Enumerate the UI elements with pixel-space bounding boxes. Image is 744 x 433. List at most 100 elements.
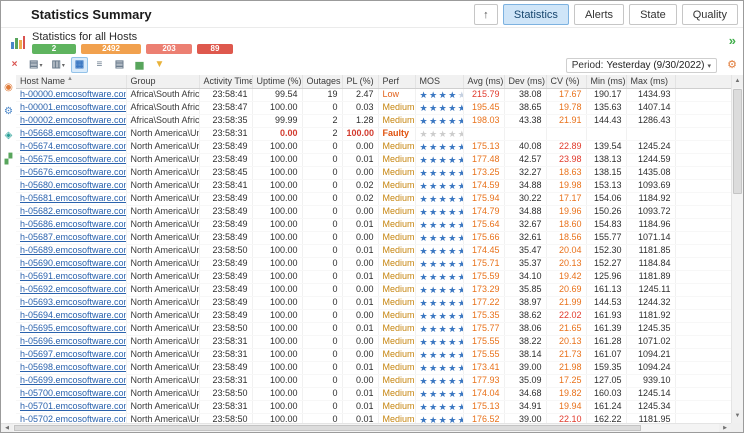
table-row[interactable]: h-05695.emcosoftware.comNorth America\Un…: [16, 322, 731, 336]
group-cell: North America\Unit...: [126, 218, 200, 232]
details-view-button[interactable]: ▤: [111, 57, 128, 73]
scroll-up-arrow-icon[interactable]: ▲: [732, 75, 743, 88]
host-link[interactable]: h-05690.emcosoftware.com: [20, 258, 125, 268]
table-row[interactable]: h-05699.emcosoftware.comNorth America\Un…: [16, 374, 731, 388]
table-row[interactable]: h-05675.emcosoftware.comNorth America\Un…: [16, 153, 731, 167]
table-row[interactable]: h-05674.emcosoftware.comNorth America\Un…: [16, 140, 731, 154]
reports-button[interactable]: ▞: [1, 147, 16, 171]
badge-low-count[interactable]: 203: [146, 44, 192, 54]
table-row[interactable]: h-05692.emcosoftware.comNorth America\Un…: [16, 283, 731, 297]
host-link[interactable]: h-05691.emcosoftware.com: [20, 271, 125, 281]
host-link[interactable]: h-00002.emcosoftware.com: [20, 115, 125, 125]
column-header-dev-ms[interactable]: Dev (ms): [504, 75, 547, 89]
table-row[interactable]: h-05687.emcosoftware.comNorth America\Un…: [16, 231, 731, 245]
column-header-pl[interactable]: PL (%): [342, 75, 379, 89]
scroll-left-arrow-icon[interactable]: ◀: [1, 424, 13, 432]
table-row[interactable]: h-05701.emcosoftware.comNorth America\Un…: [16, 400, 731, 414]
table-row[interactable]: h-05700.emcosoftware.comNorth America\Un…: [16, 387, 731, 401]
table-row[interactable]: h-00000.emcosoftware.com Africa\South Afr…: [16, 88, 731, 102]
host-link[interactable]: h-05694.emcosoftware.com: [20, 310, 125, 320]
host-link[interactable]: h-05668.emcosoftware.com: [20, 128, 125, 138]
table-row[interactable]: h-05696.emcosoftware.comNorth America\Un…: [16, 335, 731, 349]
column-header-min-ms[interactable]: Min (ms): [586, 75, 627, 89]
horizontal-scrollbar[interactable]: ◀ ▶: [1, 423, 731, 432]
host-link[interactable]: h-05676.emcosoftware.com: [20, 167, 125, 177]
table-view-button[interactable]: ▦: [70, 57, 88, 73]
host-link[interactable]: h-05701.emcosoftware.com: [20, 401, 125, 411]
horizontal-scroll-thumb[interactable]: [14, 425, 641, 431]
host-link[interactable]: h-05698.emcosoftware.com: [20, 362, 125, 372]
table-row[interactable]: h-05698.emcosoftware.comNorth America\Un…: [16, 361, 731, 375]
table-row[interactable]: h-05690.emcosoftware.comNorth America\Un…: [16, 257, 731, 271]
column-header-uptime[interactable]: Uptime (%): [252, 75, 303, 89]
table-row[interactable]: h-05689.emcosoftware.comNorth America\Un…: [16, 244, 731, 258]
host-link[interactable]: h-05674.emcosoftware.com: [20, 141, 125, 151]
host-link[interactable]: h-05686.emcosoftware.com: [20, 219, 125, 229]
column-header-activity-time[interactable]: Activity Time: [199, 75, 253, 89]
table-row[interactable]: h-00002.emcosoftware.com Africa\South Afr…: [16, 114, 731, 128]
host-link[interactable]: h-05675.emcosoftware.com: [20, 154, 125, 164]
table-row[interactable]: h-05693.emcosoftware.comNorth America\Un…: [16, 296, 731, 310]
column-header-outages[interactable]: Outages: [302, 75, 343, 89]
host-link[interactable]: h-05696.emcosoftware.com: [20, 336, 125, 346]
table-row[interactable]: h-05702.emcosoftware.comNorth America\Un…: [16, 413, 731, 423]
settings-button[interactable]: ⚙: [727, 58, 737, 71]
vertical-scrollbar[interactable]: ▲ ▼: [731, 75, 743, 423]
table-row[interactable]: h-05682.emcosoftware.comNorth America\Un…: [16, 205, 731, 219]
host-link[interactable]: h-05692.emcosoftware.com: [20, 284, 125, 294]
host-link[interactable]: h-05693.emcosoftware.com: [20, 297, 125, 307]
host-link[interactable]: h-00001.emcosoftware.com: [20, 102, 125, 112]
page-title: Statistics Summary: [31, 7, 152, 22]
tab-state[interactable]: State: [629, 4, 677, 25]
host-link[interactable]: h-05682.emcosoftware.com: [20, 206, 125, 216]
column-header-mos[interactable]: MOS: [415, 75, 464, 89]
host-link[interactable]: h-05680.emcosoftware.com: [20, 180, 125, 190]
column-header-cv[interactable]: CV (%): [546, 75, 587, 89]
column-header-max-ms[interactable]: Max (ms): [626, 75, 676, 89]
chart-view-button[interactable]: ▅: [131, 57, 148, 73]
table-row[interactable]: h-05686.emcosoftware.comNorth America\Un…: [16, 218, 731, 232]
tab-alerts[interactable]: Alerts: [573, 4, 625, 25]
table-row[interactable]: h-00001.emcosoftware.com Africa\South Afr…: [16, 101, 731, 115]
host-link[interactable]: h-05687.emcosoftware.com: [20, 232, 125, 242]
host-link[interactable]: h-05699.emcosoftware.com: [20, 375, 125, 385]
host-link[interactable]: h-00000.emcosoftware.com: [20, 89, 125, 99]
export-button[interactable]: ▤ ▾: [26, 57, 45, 73]
tab-quality[interactable]: Quality: [681, 4, 738, 25]
table-row[interactable]: h-05668.emcosoftware.comNorth America\Un…: [16, 127, 731, 141]
collapse-panel-button[interactable]: ↑: [473, 4, 498, 25]
filter-button[interactable]: ▼: [151, 57, 168, 73]
table-row[interactable]: h-05676.emcosoftware.comNorth America\Un…: [16, 166, 731, 180]
copy-button[interactable]: ▥ ▾: [48, 57, 67, 73]
table-row[interactable]: h-05694.emcosoftware.comNorth America\Un…: [16, 309, 731, 323]
badge-good-count[interactable]: 2: [32, 44, 76, 54]
column-header-avg-ms[interactable]: Avg (ms): [463, 75, 505, 89]
host-link[interactable]: h-05702.emcosoftware.com: [20, 414, 125, 423]
scroll-down-arrow-icon[interactable]: ▼: [732, 410, 743, 423]
table-row[interactable]: h-05680.emcosoftware.comNorth America\Un…: [16, 179, 731, 193]
period-selector[interactable]: Period: Yesterday (9/30/2022) ▾: [565, 58, 717, 73]
badge-critical-count[interactable]: 89: [197, 44, 233, 54]
tab-statistics[interactable]: Statistics: [502, 4, 569, 25]
delete-button[interactable]: ×: [6, 57, 23, 73]
host-link[interactable]: h-05689.emcosoftware.com: [20, 245, 125, 255]
list-view-button[interactable]: ≡: [91, 57, 108, 73]
host-link[interactable]: h-05697.emcosoftware.com: [20, 349, 125, 359]
host-link[interactable]: h-05681.emcosoftware.com: [20, 193, 125, 203]
table-row[interactable]: h-05697.emcosoftware.comNorth America\Un…: [16, 348, 731, 362]
hosts-button[interactable]: ◉: [1, 75, 16, 99]
host-link[interactable]: h-05700.emcosoftware.com: [20, 388, 125, 398]
badge-medium-count[interactable]: 2492: [81, 44, 141, 54]
mos-cell: ★★★★★★★★★★: [415, 296, 464, 310]
settings-button[interactable]: ⚙: [1, 99, 16, 123]
column-header-group[interactable]: Group: [126, 75, 200, 89]
scroll-right-arrow-icon[interactable]: ▶: [719, 424, 731, 432]
report-button[interactable]: »: [729, 33, 736, 48]
column-header-perf[interactable]: Perf: [378, 75, 416, 89]
column-header-host-name[interactable]: Host Name ▲: [16, 75, 127, 89]
table-row[interactable]: h-05691.emcosoftware.comNorth America\Un…: [16, 270, 731, 284]
host-link[interactable]: h-05695.emcosoftware.com: [20, 323, 125, 333]
monitoring-button[interactable]: ◈: [1, 123, 16, 147]
vertical-scroll-thumb[interactable]: [733, 89, 742, 194]
table-row[interactable]: h-05681.emcosoftware.comNorth America\Un…: [16, 192, 731, 206]
